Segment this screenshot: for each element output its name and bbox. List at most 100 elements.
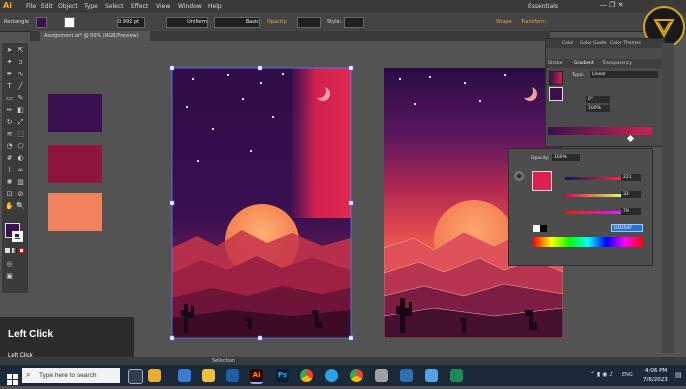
rotate-icon[interactable]: ↻ [5, 118, 14, 126]
menu-help[interactable]: Help [208, 3, 222, 10]
draw-mode-icon[interactable]: ◎ [5, 260, 14, 268]
menu-type[interactable]: Type [84, 3, 98, 10]
tab-transparency[interactable]: Transparency [602, 61, 632, 66]
scale-icon[interactable]: ⤢ [16, 118, 25, 126]
stroke-swatch[interactable] [64, 17, 75, 28]
artboard-tool-icon[interactable]: ⊡ [5, 190, 14, 198]
gradient-stop[interactable] [626, 134, 635, 143]
notification-icon[interactable]: ▤ [675, 371, 682, 379]
language-indicator[interactable]: ENG [622, 372, 633, 378]
tab-gradient[interactable]: Gradient [574, 61, 594, 66]
blue-value-input[interactable]: 79 [621, 208, 641, 215]
gradient-mode-icon[interactable] [12, 248, 17, 253]
warp-icon[interactable]: ≋ [5, 130, 14, 138]
stroke-weight-input[interactable]: 0.992 pt [117, 17, 145, 28]
lasso-icon[interactable]: ↄ [16, 58, 25, 66]
color-spectrum[interactable] [533, 237, 643, 247]
shape-builder-icon[interactable]: ◔ [5, 142, 14, 150]
pinned-app-icon-7[interactable] [450, 369, 463, 382]
tab-color-guide[interactable]: Color Guide [580, 41, 606, 46]
stroke-profile-select[interactable]: Uniform [166, 17, 208, 28]
gradient-slider[interactable] [548, 127, 652, 135]
gradient-preview-swatch[interactable] [549, 71, 563, 85]
type-tool-icon[interactable]: T [5, 82, 14, 90]
stroke-color-icon[interactable] [12, 231, 23, 242]
gradient-tool-icon[interactable]: ◐ [16, 154, 25, 162]
tab-color[interactable]: Color [562, 41, 574, 46]
transform-link[interactable]: Transform [521, 19, 546, 25]
color-mode-icon[interactable] [5, 248, 10, 253]
hex-input[interactable]: DD204F [611, 224, 643, 232]
chrome-icon-2[interactable] [350, 369, 363, 382]
symbol-sprayer-icon[interactable]: ✺ [5, 178, 14, 186]
windows-start-icon[interactable] [7, 370, 18, 385]
style-select[interactable] [344, 17, 364, 28]
window-controls[interactable]: — ❐ ✕ [600, 1, 624, 9]
gradient-type-select[interactable]: Linear [590, 71, 658, 78]
selection-tool-icon[interactable]: ➤ [5, 46, 14, 54]
chrome-icon[interactable] [300, 369, 313, 382]
black-swatch[interactable] [540, 225, 547, 232]
opacity-input[interactable] [297, 17, 321, 28]
pinned-app-icon-3[interactable] [226, 369, 239, 382]
menu-view[interactable]: View [156, 3, 170, 10]
aspect-input[interactable]: 100% [586, 105, 610, 112]
eyedropper-icon[interactable]: ⌇ [5, 166, 14, 174]
magic-wand-icon[interactable]: ✦ [5, 58, 14, 66]
menu-window[interactable]: Window [178, 3, 202, 10]
blend-icon[interactable]: ∞ [16, 166, 25, 174]
white-swatch[interactable] [533, 225, 540, 232]
rectangle-tool-icon[interactable]: ▭ [5, 94, 14, 102]
opacity-label[interactable]: Opacity: [267, 19, 288, 25]
free-transform-icon[interactable]: ⬚ [16, 130, 25, 138]
popup-opacity-input[interactable]: 100% [552, 154, 580, 161]
pinned-app-icon-6[interactable] [425, 369, 438, 382]
tab-color-themes[interactable]: Color Themes [610, 41, 641, 46]
menu-edit[interactable]: Edit [41, 3, 53, 10]
angle-input[interactable]: 0° [586, 96, 610, 103]
none-mode-icon[interactable] [19, 248, 24, 253]
workspace-switcher[interactable]: Essentials [528, 3, 558, 10]
direct-selection-tool-icon[interactable]: ⇱ [16, 46, 25, 54]
fill-swatch[interactable] [36, 17, 47, 28]
hand-tool-icon[interactable]: ✋ [5, 202, 14, 210]
clock-date[interactable]: 7/6/2023 [643, 377, 668, 383]
pencil-icon[interactable]: ✏ [5, 106, 14, 114]
eraser-icon[interactable]: ◧ [16, 106, 25, 114]
slice-icon[interactable]: ⊘ [16, 190, 25, 198]
mesh-icon[interactable]: # [5, 154, 14, 162]
graph-tool-icon[interactable]: ▥ [16, 178, 25, 186]
menu-file[interactable]: File [26, 3, 36, 10]
blue-slider[interactable] [565, 211, 621, 214]
green-slider[interactable] [565, 194, 621, 197]
stop-color-swatch[interactable] [532, 171, 552, 191]
green-value-input[interactable]: 32 [621, 191, 641, 198]
pinned-app-icon-4[interactable] [375, 369, 388, 382]
clock-time[interactable]: 4:06 PM [645, 368, 667, 374]
red-slider[interactable] [565, 177, 621, 180]
pinned-app-icon[interactable] [148, 369, 161, 382]
shape-link[interactable]: Shape [496, 19, 512, 25]
swatch-peach[interactable] [48, 193, 102, 231]
swatch-crimson[interactable] [48, 145, 102, 183]
line-tool-icon[interactable]: ╱ [16, 82, 25, 90]
photoshop-taskbar-icon[interactable]: Ps [276, 369, 289, 382]
system-tray-icons[interactable]: ⌃ ▮ ◉ ♪ [590, 371, 613, 378]
red-value-input[interactable]: 221 [621, 174, 641, 181]
illustrator-taskbar-icon[interactable]: Ai [250, 369, 263, 384]
menu-object[interactable]: Object [58, 3, 78, 10]
tab-stroke[interactable]: Stroke [548, 61, 562, 66]
curvature-icon[interactable]: ∿ [16, 70, 25, 78]
color-mode-eye-icon[interactable]: ◉ [514, 171, 524, 181]
pen-tool-icon[interactable]: ✒ [5, 70, 14, 78]
menu-effect[interactable]: Effect [131, 3, 148, 10]
file-explorer-icon[interactable] [202, 369, 215, 382]
selection-bounding-box[interactable] [168, 64, 355, 342]
document-tab[interactable]: Assignment.ai* @ 50% (RGB/Preview) [40, 31, 150, 41]
vertical-scrollbar[interactable] [662, 43, 674, 353]
edge-icon[interactable] [325, 369, 338, 382]
swatch-purple[interactable] [48, 94, 102, 132]
menu-select[interactable]: Select [105, 3, 124, 10]
screen-mode-icon[interactable]: ▣ [5, 272, 14, 280]
pinned-app-icon-5[interactable] [400, 369, 413, 382]
